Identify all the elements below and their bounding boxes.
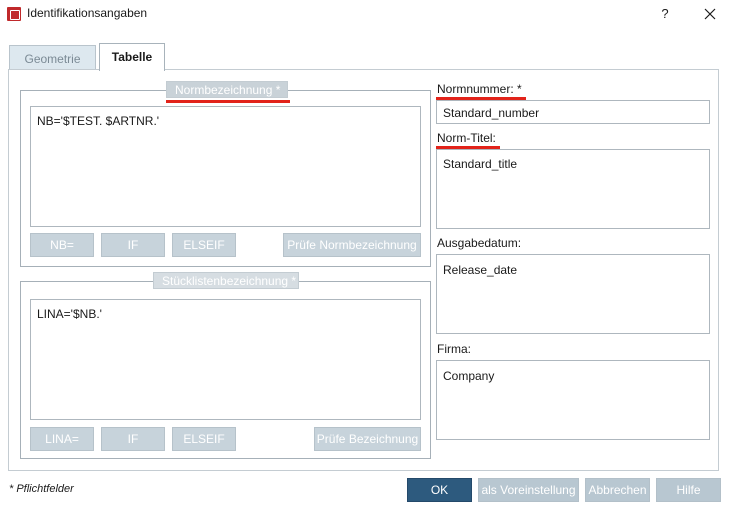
normbezeichnung-group: Normbezeichnung * NB='$TEST. $ARTNR.' NB… bbox=[20, 81, 431, 267]
ausgabedatum-label: Ausgabedatum: bbox=[437, 236, 522, 250]
cancel-button[interactable]: Abbrechen bbox=[585, 478, 650, 502]
app-icon bbox=[7, 7, 21, 21]
firma-label: Firma: bbox=[437, 342, 471, 356]
stueckliste-textarea[interactable]: LINA='$NB.' bbox=[30, 299, 421, 420]
normbezeichnung-legend: Normbezeichnung * bbox=[166, 81, 288, 98]
close-icon[interactable] bbox=[698, 3, 722, 25]
required-fields-note: * Pflichtfelder bbox=[9, 483, 74, 495]
firma-input[interactable]: Company bbox=[436, 360, 710, 440]
normnummer-label: Normnummer: * bbox=[437, 82, 522, 96]
norm-titel-label: Norm-Titel: bbox=[437, 131, 496, 145]
elseif-button[interactable]: ELSEIF bbox=[172, 233, 236, 257]
window-title: Identifikationsangaben bbox=[27, 6, 148, 20]
help-icon[interactable]: ? bbox=[655, 4, 675, 24]
ok-button[interactable]: OK bbox=[407, 478, 472, 502]
normbezeichnung-textarea[interactable]: NB='$TEST. $ARTNR.' bbox=[30, 106, 421, 227]
tab-geometrie[interactable]: Geometrie bbox=[9, 45, 96, 70]
tab-tabelle[interactable]: Tabelle bbox=[99, 43, 165, 71]
check-bezeichnung-button[interactable]: Prüfe Bezeichnung bbox=[314, 427, 421, 451]
stueckliste-group: Stücklistenbezeichnung * LINA='$NB.' LIN… bbox=[20, 272, 431, 459]
normbezeichnung-highlight bbox=[166, 100, 290, 103]
if-button[interactable]: IF bbox=[101, 233, 165, 257]
tab-panel: Normbezeichnung * NB='$TEST. $ARTNR.' NB… bbox=[8, 69, 719, 471]
lina-button[interactable]: LINA= bbox=[30, 427, 94, 451]
norm-titel-input[interactable]: Standard_title bbox=[436, 149, 710, 229]
normnummer-input[interactable]: Standard_number bbox=[436, 100, 710, 124]
ausgabedatum-input[interactable]: Release_date bbox=[436, 254, 710, 334]
if-button-2[interactable]: IF bbox=[101, 427, 165, 451]
stueckliste-legend: Stücklistenbezeichnung * bbox=[153, 272, 299, 289]
nb-button[interactable]: NB= bbox=[30, 233, 94, 257]
default-button[interactable]: als Voreinstellung bbox=[478, 478, 579, 502]
elseif-button-2[interactable]: ELSEIF bbox=[172, 427, 236, 451]
help-button[interactable]: Hilfe bbox=[656, 478, 721, 502]
check-normbezeichnung-button[interactable]: Prüfe Normbezeichnung bbox=[283, 233, 421, 257]
